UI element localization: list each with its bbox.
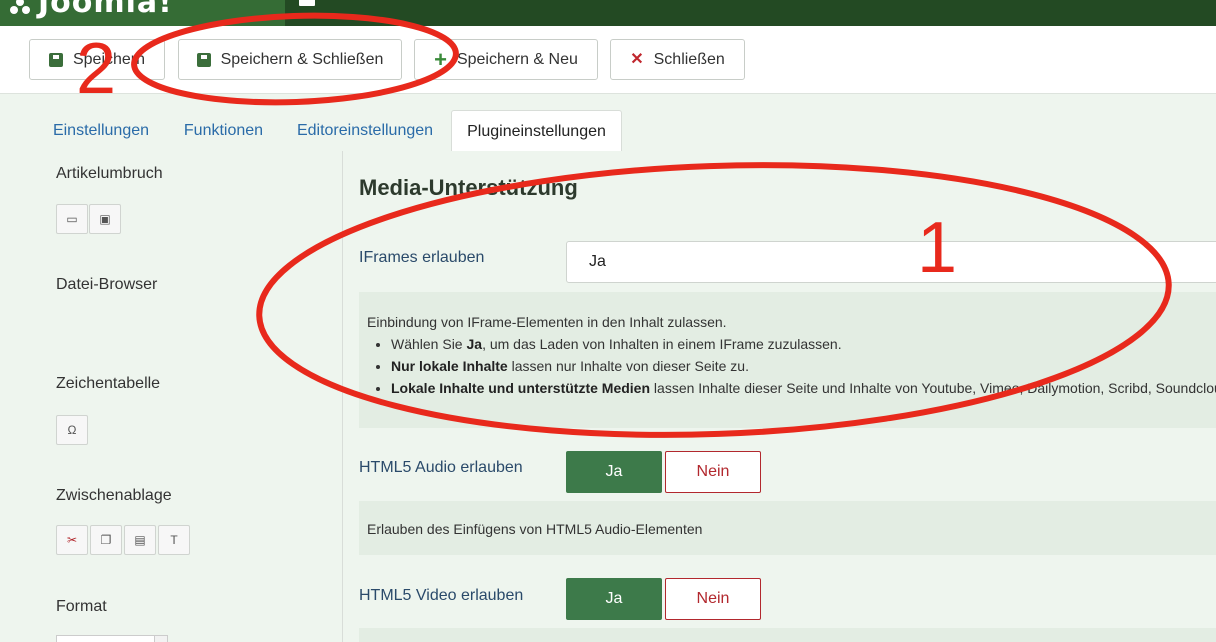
sidebar-label-datei-browser: Datei-Browser — [56, 276, 158, 293]
sidebar-label-zwischenablage: Zwischenablage — [56, 487, 172, 504]
copy-icon[interactable]: ❐ — [90, 525, 122, 555]
video-yes-toggle[interactable]: Ja — [566, 578, 662, 620]
sidebar: Artikelumbruch ▭ ▣ Datei-Browser Zeichen… — [38, 151, 343, 642]
audio-yes-toggle[interactable]: Ja — [566, 451, 662, 493]
close-button-label: Schließen — [653, 50, 725, 68]
format-select-caret[interactable] — [154, 635, 168, 642]
paste-text-icon[interactable]: T — [158, 525, 190, 555]
iframes-label: IFrames erlauben — [359, 249, 485, 266]
tab-funktionen[interactable]: Funktionen — [170, 110, 277, 152]
sidebar-label-zeichentabelle: Zeichentabelle — [56, 375, 161, 392]
format-select[interactable] — [56, 635, 156, 642]
read-more-icon[interactable]: ▣ — [89, 204, 121, 234]
tab-plugineinstellungen[interactable]: Plugineinstellungen — [451, 110, 622, 152]
audio-no-toggle[interactable]: Nein — [665, 451, 761, 493]
plus-icon: + — [434, 46, 447, 72]
audio-description: Erlauben des Einfügens von HTML5 Audio-E… — [359, 501, 1216, 555]
tab-editoreinstellungen[interactable]: Editoreinstellungen — [284, 110, 446, 152]
video-description-box — [359, 628, 1216, 642]
save-new-button-label: Speichern & Neu — [456, 50, 578, 68]
close-button[interactable]: ✕ Schließen — [610, 39, 745, 80]
save-icon — [48, 52, 63, 67]
save-icon — [196, 52, 211, 67]
sidebar-label-format: Format — [56, 598, 107, 615]
video-label: HTML5 Video erlauben — [359, 587, 524, 604]
tab-einstellungen[interactable]: Einstellungen — [38, 110, 164, 152]
iframes-select-value: Ja — [589, 253, 606, 270]
save-close-button-label: Speichern & Schließen — [220, 50, 384, 68]
joomla-logo-icon — [10, 0, 30, 14]
iframes-option-local-media: Lokale Inhalte und unterstützte Medien l… — [391, 377, 1216, 399]
menu-icon[interactable] — [299, 0, 315, 6]
page-break-icon[interactable]: ▭ — [56, 204, 88, 234]
close-icon: ✕ — [630, 50, 644, 68]
save-close-button[interactable]: Speichern & Schließen — [178, 39, 402, 80]
paste-icon[interactable]: ▤ — [124, 525, 156, 555]
sidebar-label-artikelumbruch: Artikelumbruch — [56, 165, 163, 182]
audio-label: HTML5 Audio erlauben — [359, 459, 523, 476]
save-button[interactable]: Speichern — [29, 39, 165, 80]
iframes-description: Einbindung von IFrame-Elementen in den I… — [359, 292, 1216, 428]
logo-area[interactable]: Joomla! — [0, 0, 285, 26]
logo-text: Joomla! — [38, 0, 173, 20]
charmap-icon[interactable]: Ω — [56, 415, 88, 445]
toolbar: Speichern Speichern & Schließen + Speich… — [0, 26, 1216, 94]
cut-icon[interactable]: ✂ — [56, 525, 88, 555]
iframes-option-local: Nur lokale Inhalte lassen nur Inhalte vo… — [391, 355, 1216, 377]
save-button-label: Speichern — [72, 50, 146, 68]
iframes-option-ja: Wählen Sie Ja, um das Laden von Inhalten… — [391, 333, 1216, 355]
iframes-description-intro: Einbindung von IFrame-Elementen in den I… — [367, 314, 727, 330]
section-title: Media-Unterstützung — [359, 175, 578, 200]
video-no-toggle[interactable]: Nein — [665, 578, 761, 620]
iframes-select[interactable]: Ja — [566, 241, 1216, 283]
top-header: Joomla! — [0, 0, 1216, 26]
main-content: Media-Unterstützung IFrames erlauben Ja … — [344, 151, 1216, 642]
save-new-button[interactable]: + Speichern & Neu — [414, 39, 598, 80]
